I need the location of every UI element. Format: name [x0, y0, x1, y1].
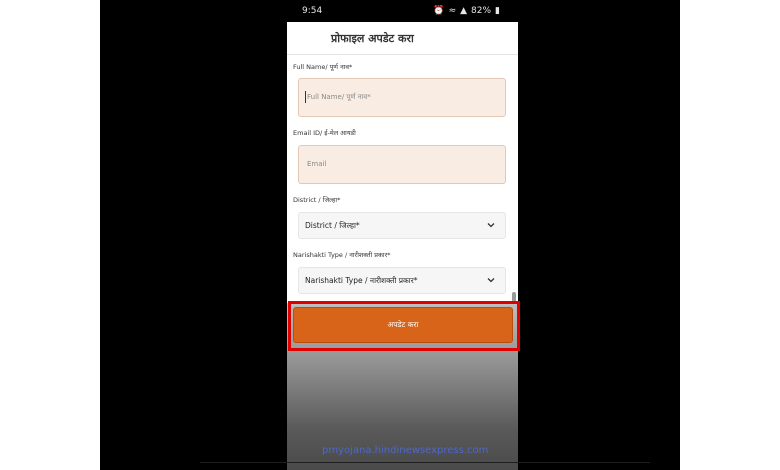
alarm-icon: ⏰	[433, 6, 445, 16]
narishakti-type-select[interactable]: Narishakti Type / नारीशक्ती प्रकार*	[298, 267, 506, 294]
district-select[interactable]: District / जिल्हा*	[298, 212, 506, 239]
app-header: प्रोफाइल अपडेट करा	[287, 22, 518, 55]
chevron-down-icon	[487, 278, 495, 283]
text-cursor	[305, 91, 306, 103]
district-label: District / जिल्हा*	[293, 196, 341, 204]
profile-update-form: प्रोफाइल अपडेट करा Full Name/ पूर्ण नाव*…	[287, 22, 518, 303]
email-label: Email ID/ ई-मेल आयडी	[293, 129, 356, 137]
wifi-icon: ≈	[448, 6, 457, 16]
email-input[interactable]: Email	[298, 145, 506, 184]
chevron-down-icon	[487, 223, 495, 228]
signal-icon: ▲	[460, 6, 468, 16]
full-name-label: Full Name/ पूर्ण नाव*	[293, 63, 353, 71]
battery-level: 82%	[471, 6, 492, 16]
status-time: 9:54	[302, 6, 323, 16]
full-name-placeholder: Full Name/ पूर्ण नाव*	[307, 93, 371, 101]
watermark-text: pmyojana.hindinewsexpress.com	[322, 445, 489, 456]
narishakti-type-select-value: Narishakti Type / नारीशक्ती प्रकार*	[305, 276, 418, 285]
status-icons: ⏰ ≈ ▲ 82% ▮	[433, 6, 500, 16]
status-bar: 9:54 ⏰ ≈ ▲ 82% ▮	[287, 0, 518, 22]
narishakti-type-label: Narishakti Type / नारीशक्ती प्रकार*	[293, 251, 391, 259]
email-placeholder: Email	[307, 160, 327, 168]
full-name-input[interactable]: Full Name/ पूर्ण नाव*	[298, 78, 506, 117]
battery-icon: ▮	[495, 6, 500, 16]
district-select-value: District / जिल्हा*	[305, 221, 360, 230]
update-button-label: अपडेट करा	[387, 320, 419, 329]
phone-screen: 9:54 ⏰ ≈ ▲ 82% ▮ प्रोफाइल अपडेट करा Full…	[287, 0, 518, 470]
update-button[interactable]: अपडेट करा	[293, 307, 513, 343]
page-title: प्रोफाइल अपडेट करा	[331, 32, 414, 45]
divider	[200, 462, 650, 463]
